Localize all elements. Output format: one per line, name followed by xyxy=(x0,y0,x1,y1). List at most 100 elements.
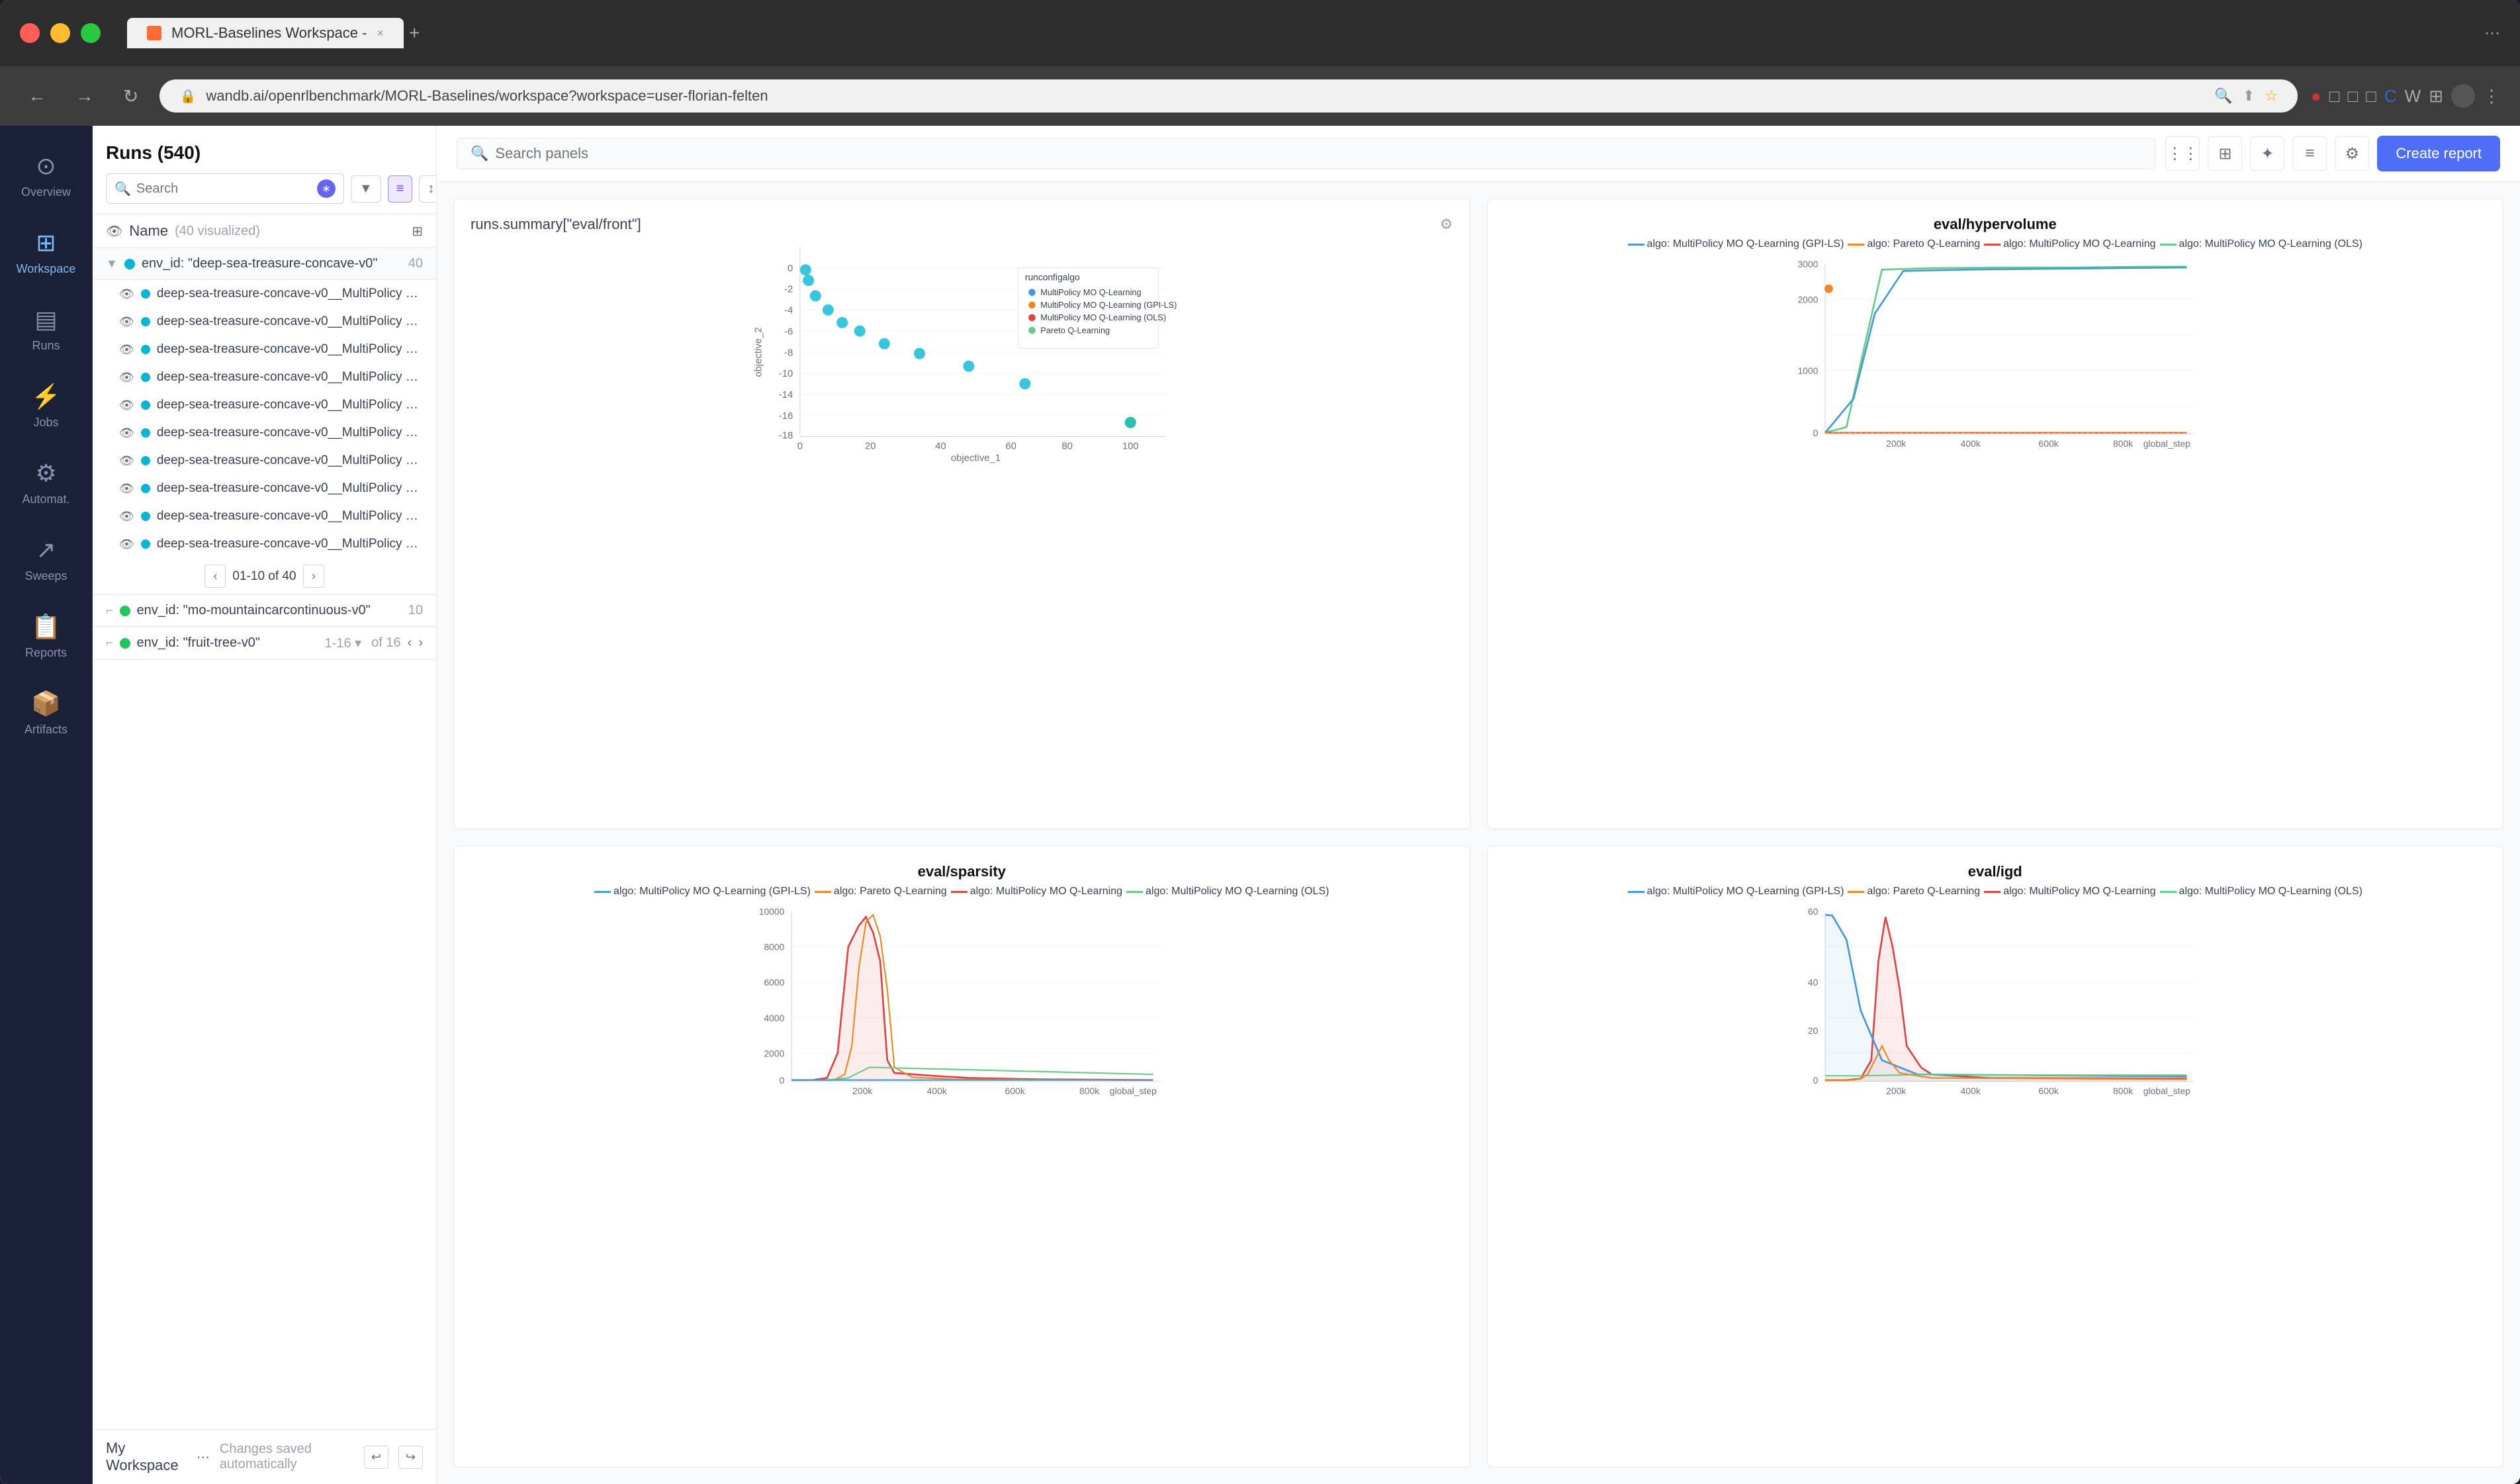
sort-button[interactable]: ↕ xyxy=(419,175,437,203)
svg-text:60: 60 xyxy=(1807,906,1818,917)
page-range: 1-16 ▾ xyxy=(325,635,362,651)
workspace-icon: ⊞ xyxy=(36,229,56,257)
redo-button[interactable]: ↪ xyxy=(398,1446,423,1469)
runs-search-input[interactable] xyxy=(136,181,312,197)
extension-icon-4[interactable]: □ xyxy=(2366,86,2376,107)
sparsity-chart-svg: 10000 8000 6000 4000 2000 0 200k 400k 60… xyxy=(471,904,1453,1103)
extension-icon-3[interactable]: □ xyxy=(2347,86,2358,107)
run-item[interactable]: 👁 deep-sea-treasure-concave-v0__MultiPol… xyxy=(93,363,436,391)
new-tab-button[interactable]: + xyxy=(404,17,425,49)
sidebar-item-automat[interactable]: ⚙ Automat. xyxy=(7,446,86,520)
tab-close-icon[interactable]: × xyxy=(377,26,384,40)
jobs-icon: ⚡ xyxy=(31,383,61,410)
group-name: env_id: "mo-mountaincarcontinuous-v0" xyxy=(137,603,402,618)
run-item[interactable]: 👁 deep-sea-treasure-concave-v0__MultiPol… xyxy=(93,336,436,363)
svg-text:runconfigalgo: runconfigalgo xyxy=(1025,272,1080,283)
extension-icon-1[interactable]: ● xyxy=(2311,86,2321,107)
next-page-button[interactable]: › xyxy=(303,565,324,588)
layout-button[interactable]: ≡ xyxy=(2292,136,2327,171)
igd-chart-svg: 60 40 20 0 200k 400k 600k 800k global_st… xyxy=(1504,904,2487,1103)
star-icon[interactable]: ☆ xyxy=(2265,87,2278,105)
run-group-deep-sea-header[interactable]: ▼ env_id: "deep-sea-treasure-concave-v0"… xyxy=(93,248,436,280)
run-color-dot xyxy=(141,345,150,354)
chart-title-eval-front: runs.summary["eval/front"] xyxy=(471,216,641,233)
extension-icon-7[interactable]: ⊞ xyxy=(2429,86,2443,107)
reload-button[interactable]: ↻ xyxy=(115,80,146,113)
minimize-button[interactable] xyxy=(50,23,70,43)
search-filter-badge[interactable]: ∗ xyxy=(317,179,336,198)
maximize-button[interactable] xyxy=(81,23,101,43)
sidebar-item-runs[interactable]: ▤ Runs xyxy=(7,293,86,366)
columns-button[interactable]: ≡ xyxy=(388,175,413,203)
run-item[interactable]: 👁 deep-sea-treasure-concave-v0__MultiPol… xyxy=(93,530,436,558)
sidebar-item-overview[interactable]: ⊙ Overview xyxy=(7,139,86,212)
profile-icon[interactable] xyxy=(2451,84,2475,108)
sidebar-item-artifacts[interactable]: 📦 Artifacts xyxy=(7,676,86,750)
runs-search-box[interactable]: 🔍 ∗ xyxy=(106,173,344,204)
run-item[interactable]: 👁 deep-sea-treasure-concave-v0__MultiPol… xyxy=(93,280,436,308)
run-name: deep-sea-treasure-concave-v0__MultiPolic… xyxy=(157,342,423,357)
svg-text:global_step: global_step xyxy=(2143,438,2190,449)
igd-legend: algo: MultiPolicy MO Q-Learning (GPI-LS)… xyxy=(1504,886,2487,898)
group-collapse-icon: ⌐ xyxy=(106,636,113,650)
active-tab[interactable]: MORL-Baselines Workspace - × xyxy=(127,18,404,48)
search-icon[interactable]: 🔍 xyxy=(2214,87,2232,105)
undo-button[interactable]: ↩ xyxy=(364,1446,388,1469)
extension-icon-6[interactable]: W xyxy=(2405,86,2421,107)
sort-panels-button[interactable]: ⊞ xyxy=(2208,136,2242,171)
more-options-icon[interactable]: ⋮ xyxy=(2483,86,2500,107)
run-visibility-icon[interactable]: 👁 xyxy=(119,343,134,357)
run-name: deep-sea-treasure-concave-v0__MultiPolic… xyxy=(157,370,423,385)
fruit-tree-next-button[interactable]: › xyxy=(418,635,423,651)
run-item[interactable]: 👁 deep-sea-treasure-concave-v0__MultiPol… xyxy=(93,308,436,336)
run-visibility-icon[interactable]: 👁 xyxy=(119,315,134,329)
panels-search-box[interactable]: 🔍 xyxy=(457,138,2155,169)
workspace-more-button[interactable]: ⋯ xyxy=(197,1449,210,1465)
table-view-button[interactable]: ⊞ xyxy=(412,223,423,240)
run-group-mountaincar-header[interactable]: ⌐ env_id: "mo-mountaincarcontinuous-v0" … xyxy=(93,595,436,627)
run-visibility-icon[interactable]: 👁 xyxy=(119,371,134,385)
address-bar[interactable]: 🔒 wandb.ai/openrlbenchmark/MORL-Baseline… xyxy=(159,79,2298,113)
run-item[interactable]: 👁 deep-sea-treasure-concave-v0__MultiPol… xyxy=(93,502,436,530)
extension-icon-2[interactable]: □ xyxy=(2329,86,2340,107)
forward-button[interactable]: → xyxy=(68,80,102,112)
settings-button[interactable]: ⚙ xyxy=(2335,136,2369,171)
create-report-button[interactable]: Create report xyxy=(2377,136,2500,171)
extension-icon-5[interactable]: C xyxy=(2384,86,2397,107)
back-button[interactable]: ← xyxy=(20,80,54,112)
svg-text:4000: 4000 xyxy=(764,1013,784,1023)
run-visibility-icon[interactable]: 👁 xyxy=(119,287,134,301)
sidebar-item-sweeps[interactable]: ↗ Sweeps xyxy=(7,523,86,596)
sidebar-item-jobs[interactable]: ⚡ Jobs xyxy=(7,369,86,443)
svg-text:400k: 400k xyxy=(1960,438,1980,449)
runs-icon: ▤ xyxy=(34,306,57,334)
chart-eval-hypervolume: eval/hypervolume algo: MultiPolicy MO Q-… xyxy=(1487,199,2504,829)
table-icon: ⊞ xyxy=(412,223,423,240)
run-visibility-icon[interactable]: 👁 xyxy=(119,510,134,524)
prev-page-button[interactable]: ‹ xyxy=(204,565,226,588)
run-visibility-icon[interactable]: 👁 xyxy=(119,398,134,412)
run-visibility-icon[interactable]: 👁 xyxy=(119,482,134,496)
chart-title-hypervolume: eval/hypervolume xyxy=(1934,216,2057,232)
bookmark-icon[interactable]: ⬆ xyxy=(2243,87,2255,105)
fruit-tree-prev-button[interactable]: ‹ xyxy=(408,635,412,651)
panels-search-input[interactable] xyxy=(495,145,2141,162)
close-button[interactable] xyxy=(20,23,40,43)
run-group-fruit-tree-header[interactable]: ⌐ env_id: "fruit-tree-v0" 1-16 ▾ of 16 ‹… xyxy=(93,627,436,660)
run-visibility-icon[interactable]: 👁 xyxy=(119,537,134,551)
filter-runs-button[interactable]: ⋮⋮ xyxy=(2165,136,2200,171)
chart-settings-button[interactable]: ⚙ xyxy=(1440,216,1453,233)
browser-menu-icon[interactable]: ⋯ xyxy=(2484,24,2500,43)
filter-button[interactable]: ▼ xyxy=(351,175,381,203)
run-item[interactable]: 👁 deep-sea-treasure-concave-v0__MultiPol… xyxy=(93,447,436,475)
sidebar-item-reports[interactable]: 📋 Reports xyxy=(7,600,86,673)
run-name: deep-sea-treasure-concave-v0__MultiPolic… xyxy=(157,426,423,440)
sidebar-item-workspace[interactable]: ⊞ Workspace xyxy=(7,216,86,289)
visibility-icon[interactable]: 👁 xyxy=(106,223,122,240)
run-item[interactable]: 👁 deep-sea-treasure-concave-v0__MultiPol… xyxy=(93,475,436,502)
run-visibility-icon[interactable]: 👁 xyxy=(119,454,134,468)
run-item[interactable]: 👁 deep-sea-treasure-concave-v0__MultiPol… xyxy=(93,419,436,447)
run-item[interactable]: 👁 deep-sea-treasure-concave-v0__MultiPol… xyxy=(93,391,436,419)
add-panel-button[interactable]: ✦ xyxy=(2250,136,2284,171)
run-visibility-icon[interactable]: 👁 xyxy=(119,426,134,440)
